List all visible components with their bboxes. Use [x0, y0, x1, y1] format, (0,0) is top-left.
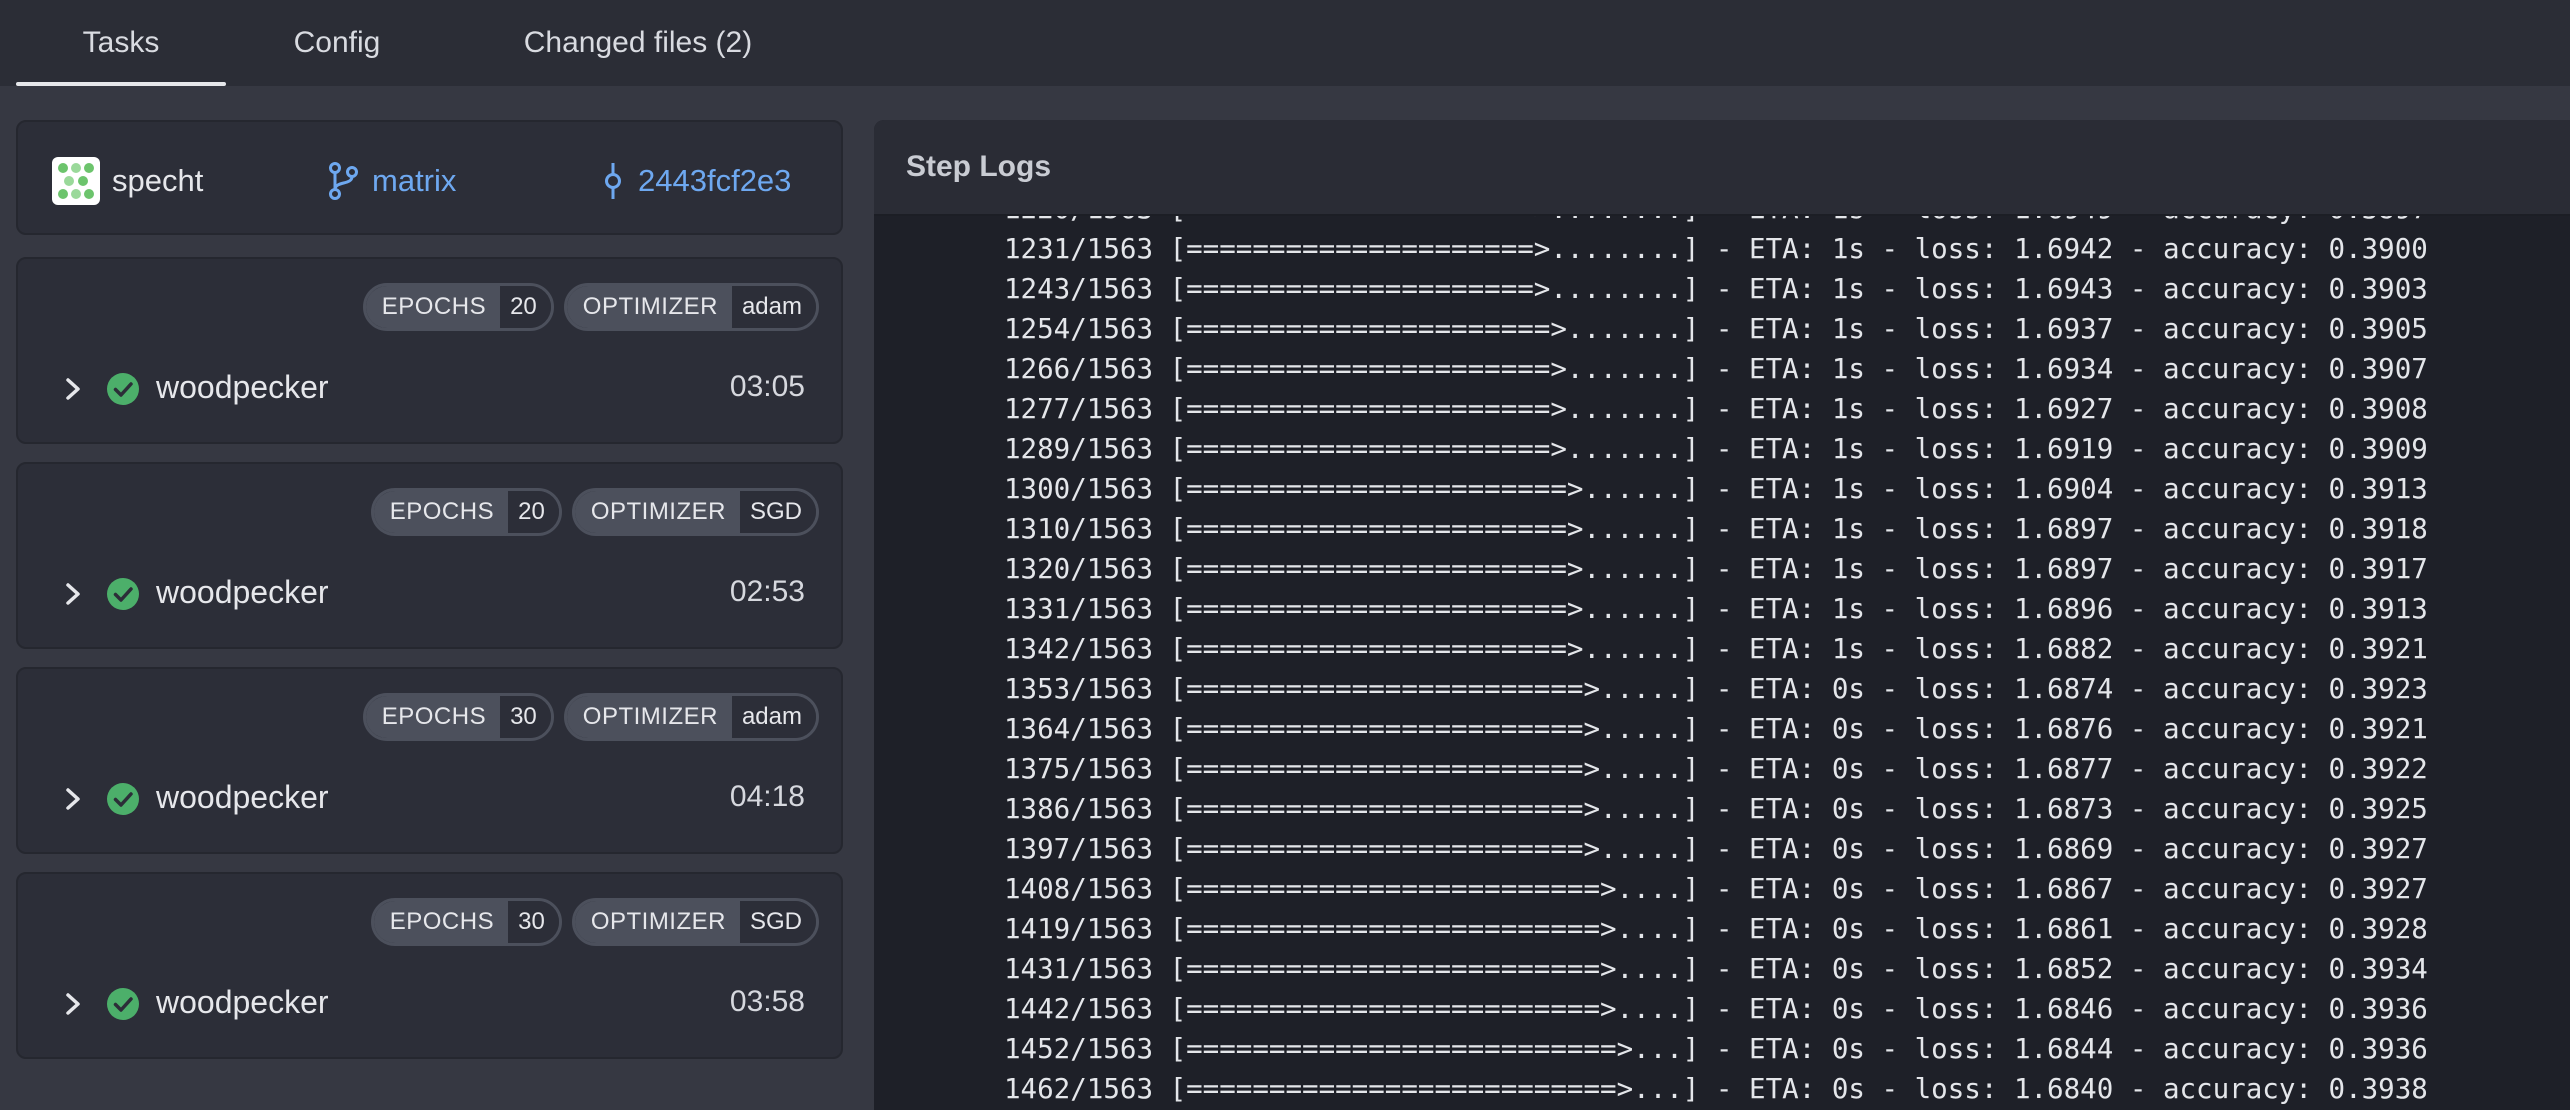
- step-logs-panel: Step Logs 1220/1563 [===================…: [874, 120, 2570, 1110]
- success-check-icon: [107, 578, 139, 610]
- task-name: woodpecker: [156, 369, 329, 405]
- optimizer-badge: OPTIMIZER adam: [563, 693, 819, 741]
- log-line: 1408/1563 [=========================>...…: [1004, 873, 2428, 905]
- chevron-right-icon[interactable]: [58, 988, 88, 1020]
- log-line: 1300/1563 [=======================>.....…: [1004, 473, 2428, 505]
- badge-value: adam: [731, 286, 816, 328]
- task-duration: 02:53: [729, 575, 805, 608]
- log-line: 1243/1563 [=====================>.......…: [1004, 273, 2428, 305]
- epochs-badge: EPOCHS 20: [370, 488, 562, 536]
- badge-value: adam: [731, 696, 816, 738]
- epochs-badge: EPOCHS 30: [362, 693, 554, 741]
- badge-key: EPOCHS: [365, 286, 501, 328]
- task-row[interactable]: woodpecker 03:05: [18, 359, 841, 419]
- log-line: 1342/1563 [=======================>.....…: [1004, 633, 2428, 665]
- log-output[interactable]: 1220/1563 [=====================>.......…: [874, 216, 2570, 1110]
- badge-value: 30: [500, 696, 551, 738]
- log-line: 1320/1563 [=======================>.....…: [1004, 553, 2428, 585]
- badge-value: SGD: [739, 901, 816, 943]
- chevron-right-icon[interactable]: [58, 578, 88, 610]
- repo-link[interactable]: specht: [52, 157, 203, 205]
- optimizer-badge: OPTIMIZER SGD: [571, 488, 819, 536]
- repo-info-card: specht matrix 2443fcf2e3: [16, 120, 843, 235]
- success-check-icon: [107, 783, 139, 815]
- task-duration: 04:18: [729, 780, 805, 813]
- log-line: 1353/1563 [========================>....…: [1004, 673, 2428, 705]
- log-line: 1386/1563 [========================>....…: [1004, 793, 2428, 825]
- task-name: woodpecker: [156, 779, 329, 815]
- branch-link[interactable]: matrix: [328, 157, 456, 205]
- repo-avatar-icon: [52, 157, 100, 205]
- badge-value: 20: [508, 491, 559, 533]
- commit-link[interactable]: 2443fcf2e3: [602, 157, 791, 205]
- repo-name: specht: [112, 163, 204, 198]
- log-line: 1452/1563 [==========================>..…: [1004, 1033, 2428, 1065]
- success-check-icon: [107, 373, 139, 405]
- task-row[interactable]: woodpecker 02:53: [18, 564, 841, 624]
- chevron-right-icon[interactable]: [58, 373, 88, 405]
- task-duration: 03:58: [729, 985, 805, 1018]
- log-line: 1310/1563 [=======================>.....…: [1004, 513, 2428, 545]
- log-line: 1220/1563 [=====================>.......…: [1004, 216, 2428, 229]
- optimizer-badge: OPTIMIZER adam: [563, 283, 819, 331]
- badge-key: EPOCHS: [373, 491, 509, 533]
- optimizer-badge: OPTIMIZER SGD: [571, 898, 819, 946]
- logs-title: Step Logs: [906, 150, 1052, 183]
- log-line: 1462/1563 [==========================>..…: [1004, 1073, 2428, 1105]
- matrix-badges: EPOCHS 20 OPTIMIZER SGD: [370, 488, 819, 536]
- log-line: 1254/1563 [======================>......…: [1004, 313, 2428, 345]
- log-line: 1331/1563 [=======================>.....…: [1004, 593, 2428, 625]
- log-line: 1419/1563 [=========================>...…: [1004, 913, 2428, 945]
- task-card: EPOCHS 20 OPTIMIZER SGD woodpecker 02:53: [16, 462, 843, 649]
- task-duration: 03:05: [729, 370, 805, 403]
- task-name: woodpecker: [156, 984, 329, 1020]
- git-commit-icon: [605, 163, 621, 199]
- badge-value: 20: [500, 286, 551, 328]
- epochs-badge: EPOCHS 20: [362, 283, 554, 331]
- task-card: EPOCHS 20 OPTIMIZER adam woodpecker 03:05: [16, 257, 843, 444]
- git-branch-icon: [329, 162, 358, 200]
- log-line: 1266/1563 [======================>......…: [1004, 353, 2428, 385]
- matrix-badges: EPOCHS 20 OPTIMIZER adam: [362, 283, 819, 331]
- matrix-badges: EPOCHS 30 OPTIMIZER adam: [362, 693, 819, 741]
- task-card: EPOCHS 30 OPTIMIZER adam woodpecker 04:18: [16, 667, 843, 854]
- task-card: EPOCHS 30 OPTIMIZER SGD woodpecker 03:58: [16, 872, 843, 1059]
- tab-config[interactable]: Config: [226, 0, 448, 86]
- badge-key: EPOCHS: [373, 901, 509, 943]
- matrix-badges: EPOCHS 30 OPTIMIZER SGD: [370, 898, 819, 946]
- log-line: 1375/1563 [========================>....…: [1004, 753, 2428, 785]
- chevron-right-icon[interactable]: [58, 783, 88, 815]
- task-name: woodpecker: [156, 574, 329, 610]
- tab-bar: Tasks Config Changed files (2): [0, 0, 2570, 86]
- branch-name: matrix: [372, 163, 457, 198]
- task-row[interactable]: woodpecker 03:58: [18, 974, 841, 1034]
- badge-key: OPTIMIZER: [574, 901, 740, 943]
- badge-key: OPTIMIZER: [566, 696, 732, 738]
- log-line: 1289/1563 [======================>......…: [1004, 433, 2428, 465]
- success-check-icon: [107, 988, 139, 1020]
- log-line: 1231/1563 [=====================>.......…: [1004, 233, 2428, 265]
- badge-key: EPOCHS: [365, 696, 501, 738]
- badge-value: 30: [508, 901, 559, 943]
- tab-tasks[interactable]: Tasks: [16, 0, 226, 86]
- log-line: 1277/1563 [======================>......…: [1004, 393, 2428, 425]
- tab-changed-files[interactable]: Changed files (2): [448, 0, 828, 86]
- log-line: 1442/1563 [=========================>...…: [1004, 993, 2428, 1025]
- logs-header: Step Logs: [874, 120, 2570, 216]
- task-row[interactable]: woodpecker 04:18: [18, 769, 841, 829]
- epochs-badge: EPOCHS 30: [370, 898, 562, 946]
- log-line: 1364/1563 [========================>....…: [1004, 713, 2428, 745]
- log-line: 1431/1563 [=========================>...…: [1004, 953, 2428, 985]
- badge-key: OPTIMIZER: [574, 491, 740, 533]
- badge-value: SGD: [739, 491, 816, 533]
- badge-key: OPTIMIZER: [566, 286, 732, 328]
- commit-sha: 2443fcf2e3: [638, 163, 792, 198]
- log-line: 1397/1563 [========================>....…: [1004, 833, 2428, 865]
